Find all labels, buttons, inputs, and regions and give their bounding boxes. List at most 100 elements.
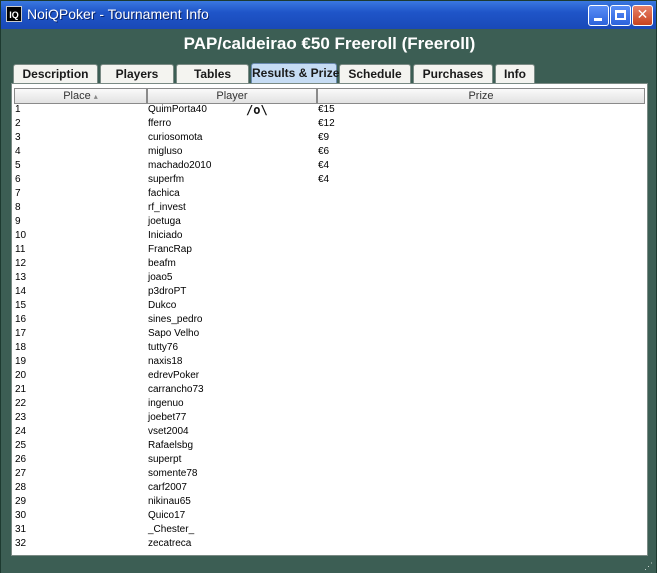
player-cell: machado2010 xyxy=(148,160,212,171)
prize-cell: €12 xyxy=(318,118,335,129)
table-row[interactable]: 26 superpt xyxy=(12,453,647,467)
player-cell: naxis18 xyxy=(148,356,183,367)
player-cell: Iniciado xyxy=(148,230,183,241)
table-row[interactable]: 23 joebet77 xyxy=(12,411,647,425)
place-cell: 25 xyxy=(15,440,27,451)
minimize-button[interactable] xyxy=(588,5,609,26)
table-row[interactable]: 22 ingenuo xyxy=(12,397,647,411)
table-row[interactable]: 24 vset2004 xyxy=(12,425,647,439)
player-cell: carrancho73 xyxy=(148,384,204,395)
table-row[interactable]: 7 fachica xyxy=(12,187,647,201)
place-cell: 17 xyxy=(15,328,27,339)
table-row[interactable]: 18 tutty76 xyxy=(12,341,647,355)
place-cell: 12 xyxy=(15,258,27,269)
place-cell: 7 xyxy=(15,188,21,199)
tab-players[interactable]: Players xyxy=(100,64,174,83)
player-cell: curiosomota xyxy=(148,132,203,143)
place-cell: 19 xyxy=(15,356,27,367)
column-header-player[interactable]: Player xyxy=(147,88,317,104)
player-cell: somente78 xyxy=(148,468,198,479)
table-row[interactable]: 3 curiosomota €9 xyxy=(12,131,647,145)
table-row[interactable]: 4 migluso €6 xyxy=(12,145,647,159)
table-row[interactable]: 5 machado2010 €4 xyxy=(12,159,647,173)
place-cell: 13 xyxy=(15,272,27,283)
prize-cell: €4 xyxy=(318,160,330,171)
table-row[interactable]: 12 beafm xyxy=(12,257,647,271)
status-bar: ⋰ xyxy=(1,560,656,573)
resize-grip-icon[interactable]: ⋰ xyxy=(644,561,654,571)
app-logo-icon: IQ xyxy=(6,6,22,22)
table-row[interactable]: 31 _Chester_ xyxy=(12,523,647,537)
player-cell: p3droPT xyxy=(148,286,187,297)
table-row[interactable]: 15 Dukco xyxy=(12,299,647,313)
player-cell: superfm xyxy=(148,174,185,185)
place-cell: 20 xyxy=(15,370,27,381)
place-cell: 5 xyxy=(15,160,21,171)
table-row[interactable]: 28 carf2007 xyxy=(12,481,647,495)
tab-purchases[interactable]: Purchases xyxy=(413,64,493,83)
table-row[interactable]: 25 Rafaelsbg xyxy=(12,439,647,453)
place-cell: 23 xyxy=(15,412,27,423)
column-header-prize[interactable]: Prize xyxy=(317,88,645,104)
column-header-place[interactable]: Place ▴ xyxy=(14,88,147,104)
tab-tables[interactable]: Tables xyxy=(176,64,249,83)
place-cell: 21 xyxy=(15,384,27,395)
player-cell: joebet77 xyxy=(148,412,187,423)
column-label-place: Place xyxy=(63,90,91,102)
tab-schedule[interactable]: Schedule xyxy=(339,64,411,83)
place-cell: 10 xyxy=(15,230,27,241)
place-cell: 29 xyxy=(15,496,27,507)
player-cell: vset2004 xyxy=(148,426,189,437)
prize-cell: €9 xyxy=(318,132,330,143)
player-cell: carf2007 xyxy=(148,482,187,493)
place-cell: 24 xyxy=(15,426,27,437)
prize-cell: €15 xyxy=(318,104,335,115)
place-cell: 32 xyxy=(15,538,27,549)
table-row[interactable]: 11 FrancRap xyxy=(12,243,647,257)
place-cell: 31 xyxy=(15,524,27,535)
place-cell: 6 xyxy=(15,174,21,185)
tournament-info-window: IQ NoiQPoker - Tournament Info ✕ PAP/cal… xyxy=(0,0,657,573)
player-cell: Sapo Velho xyxy=(148,328,200,339)
table-row[interactable]: 9 joetuga xyxy=(12,215,647,229)
table-row[interactable]: 21 carrancho73 xyxy=(12,383,647,397)
table-row[interactable]: 20 edrevPoker xyxy=(12,369,647,383)
table-row[interactable]: 30 Quico17 xyxy=(12,509,647,523)
table-row[interactable]: 1 QuimPorta40 €15 xyxy=(12,103,647,117)
place-cell: 11 xyxy=(15,244,26,255)
prize-cell: €4 xyxy=(318,174,330,185)
maximize-button[interactable] xyxy=(610,5,631,26)
table-row[interactable]: 13 joao5 xyxy=(12,271,647,285)
player-cell: joetuga xyxy=(148,216,181,227)
table-row[interactable]: 6 superfm €4 xyxy=(12,173,647,187)
table-row[interactable]: 14 p3droPT xyxy=(12,285,647,299)
window-title: NoiQPoker - Tournament Info xyxy=(27,6,209,22)
player-cell: Dukco xyxy=(148,300,177,311)
player-cell: edrevPoker xyxy=(148,370,200,381)
table-row[interactable]: 16 sines_pedro xyxy=(12,313,647,327)
table-row[interactable]: 32 zecatreca xyxy=(12,537,647,551)
player-cell: zecatreca xyxy=(148,538,192,549)
player-cell: Rafaelsbg xyxy=(148,440,194,451)
table-row[interactable]: 17 Sapo Velho xyxy=(12,327,647,341)
title-bar[interactable]: IQ NoiQPoker - Tournament Info ✕ xyxy=(1,1,656,29)
player-cell: ingenuo xyxy=(148,398,184,409)
player-cell: nikinau65 xyxy=(148,496,191,507)
tab-results-prizes[interactable]: Results & Prizes xyxy=(251,63,346,83)
player-cell: joao5 xyxy=(148,272,173,283)
minimize-icon xyxy=(594,18,602,21)
table-row[interactable]: 8 rf_invest xyxy=(12,201,647,215)
tab-description[interactable]: Description xyxy=(13,64,98,83)
place-cell: 22 xyxy=(15,398,27,409)
table-row[interactable]: 19 naxis18 xyxy=(12,355,647,369)
close-button[interactable]: ✕ xyxy=(632,5,653,26)
table-row[interactable]: 27 somente78 xyxy=(12,467,647,481)
table-row[interactable]: 2 fferro €12 xyxy=(12,117,647,131)
table-row[interactable]: 29 nikinau65 xyxy=(12,495,647,509)
table-row[interactable]: 10 Iniciado xyxy=(12,229,647,243)
place-cell: 2 xyxy=(15,118,21,129)
player-cell: tutty76 xyxy=(148,342,179,353)
player-cell: Quico17 xyxy=(148,510,186,521)
tab-info[interactable]: Info xyxy=(495,64,535,83)
place-cell: 9 xyxy=(15,216,21,227)
